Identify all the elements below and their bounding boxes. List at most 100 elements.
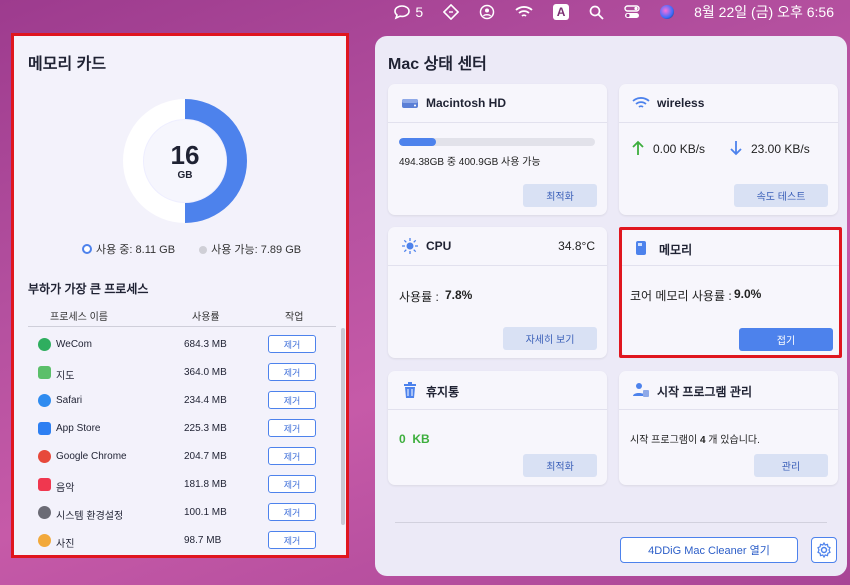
control-center-icon [624, 5, 640, 18]
cpu-details-button[interactable]: 자세히 보기 [503, 327, 597, 350]
startup-text-post: 개 있습니다. [705, 435, 760, 446]
cpu-title: CPU [426, 239, 452, 253]
menu-wifi-item[interactable] [515, 5, 533, 19]
open-cleaner-button[interactable]: 4DDiG Mac Cleaner 열기 [620, 537, 798, 563]
remove-button[interactable]: 제거 [268, 391, 316, 409]
status-center-title: Mac 상태 센터 [388, 56, 487, 73]
donut-center: 16 GB [144, 120, 226, 202]
disk-optimize-button[interactable]: 최적화 [523, 184, 597, 207]
siri-icon [660, 5, 675, 19]
remove-button[interactable]: 제거 [268, 503, 316, 521]
trash-size: 0 KB [399, 432, 430, 446]
legend-used-text: 사용 중: 8.11 GB [96, 244, 176, 256]
trash-optimize-button[interactable]: 최적화 [523, 454, 597, 477]
menu-bar: 5 A 8월 22일 (금) 오후 6:56 [0, 0, 850, 24]
wecom-icon [38, 338, 51, 351]
menu-search-item[interactable] [589, 5, 604, 20]
cpu-usage-value: 7.8% [445, 288, 473, 302]
menu-input-source[interactable]: A [553, 4, 570, 20]
process-scrollbar[interactable] [341, 328, 345, 525]
free-dot-icon [199, 246, 208, 254]
photos-icon [38, 534, 51, 547]
used-dot-icon [82, 244, 92, 254]
remove-button[interactable]: 제거 [268, 335, 316, 353]
process-usage: 204.7 MB [184, 451, 227, 462]
memory-donut-chart: 16 GB [123, 99, 247, 223]
remove-button[interactable]: 제거 [268, 475, 316, 493]
trash-icon [404, 382, 416, 398]
trash-card-header: 휴지통 [388, 371, 607, 410]
startup-user-icon [633, 383, 649, 397]
startup-info: 시작 프로그램이 4 개 있습니다. [630, 431, 760, 446]
settings-icon [38, 506, 51, 519]
process-usage: 225.3 MB [184, 423, 227, 434]
wireless-card: wireless 0.00 KB/s 23.00 KB/s 속도 테스트 [619, 84, 838, 215]
wifi-icon [515, 6, 533, 17]
remove-button[interactable]: 제거 [268, 419, 316, 437]
process-row: 음악 181.8 MB 제거 [28, 470, 336, 498]
process-usage: 364.0 MB [184, 367, 227, 378]
gear-icon [817, 542, 831, 558]
maps-icon [38, 366, 51, 379]
upload-arrow-icon [632, 140, 644, 155]
legend-free-text: 사용 가능: 7.89 GB [211, 244, 302, 256]
process-row: Google Chrome 204.7 MB 제거 [28, 442, 336, 470]
process-name: 지도 [56, 371, 75, 382]
process-row: 사진 98.7 MB 제거 [28, 526, 336, 554]
remove-button[interactable]: 제거 [268, 447, 316, 465]
remove-button[interactable]: 제거 [268, 531, 316, 549]
process-name: App Store [56, 423, 101, 434]
search-icon [589, 5, 604, 20]
input-source-badge: A [553, 4, 570, 20]
process-row: Safari 234.4 MB 제거 [28, 386, 336, 414]
mac-status-center: Mac 상태 센터 Macintosh HD 494.38GB 중 400.9G… [375, 36, 847, 576]
process-row: WeCom 684.3 MB 제거 [28, 330, 336, 358]
upload-speed: 0.00 KB/s [653, 142, 706, 156]
process-name: WeCom [56, 339, 92, 350]
hard-drive-icon [402, 99, 418, 108]
process-row: 시스템 환경설정 100.1 MB 제거 [28, 498, 336, 526]
process-usage: 100.1 MB [184, 507, 227, 518]
trash-card: 휴지통 0 KB 최적화 [388, 371, 607, 485]
process-name: 음악 [56, 483, 75, 494]
remove-button[interactable]: 제거 [268, 363, 316, 381]
wifi-icon [632, 97, 650, 108]
menu-diamond-item[interactable] [443, 4, 460, 20]
process-table-body: WeCom 684.3 MB 제거 지도 364.0 MB 제거 Safari 234.4 M… [28, 330, 336, 554]
trash-title: 휴지통 [426, 385, 460, 399]
menu-clock[interactable]: 8월 22일 (금) 오후 6:56 [694, 2, 834, 22]
wecom-count: 5 [415, 4, 424, 20]
disk-info: 494.38GB 중 400.9GB 사용 가능 [399, 157, 541, 168]
download-arrow-icon [730, 141, 742, 156]
music-icon [38, 478, 51, 491]
process-usage: 98.7 MB [184, 535, 222, 546]
disk-usage-bar [399, 138, 595, 146]
wireless-card-header: wireless [619, 84, 838, 123]
process-usage: 684.3 MB [184, 339, 227, 350]
process-row: 지도 364.0 MB 제거 [28, 358, 336, 386]
menu-siri-item[interactable] [660, 5, 675, 19]
memory-card-panel: 메모리 카드 16 GB 사용 중: 8.11 GB 사용 가능: 7.89 G… [11, 33, 349, 558]
cpu-temperature: 34.8°C [558, 239, 595, 253]
safari-icon [38, 394, 51, 407]
process-usage: 181.8 MB [184, 479, 227, 490]
app-store-icon [38, 422, 51, 435]
startup-card: 시작 프로그램 관리 시작 프로그램이 4 개 있습니다. 관리 [619, 371, 838, 485]
chat-bubble-icon [394, 5, 411, 20]
process-name: Safari [56, 395, 83, 406]
manage-button[interactable]: 관리 [754, 454, 828, 477]
cpu-card-header: CPU 34.8°C [388, 227, 607, 266]
memory-card-highlight [619, 227, 842, 358]
startup-text-pre: 시작 프로그램이 [630, 435, 700, 446]
settings-button[interactable] [811, 537, 837, 563]
process-section-title: 부하가 가장 큰 프로세스 [28, 282, 149, 296]
speed-test-button[interactable]: 속도 테스트 [734, 184, 828, 207]
process-name: 시스템 환경설정 [56, 511, 124, 522]
wecom-status-item[interactable]: 5 [393, 4, 423, 20]
memory-total-unit: GB [177, 169, 193, 181]
memory-legend: 사용 중: 8.11 GB 사용 가능: 7.89 GB [82, 241, 301, 257]
memory-card-title: 메모리 카드 [28, 56, 107, 73]
diamond-icon [443, 4, 460, 20]
menu-control-center[interactable] [624, 5, 640, 19]
menu-user-item[interactable] [479, 4, 495, 20]
